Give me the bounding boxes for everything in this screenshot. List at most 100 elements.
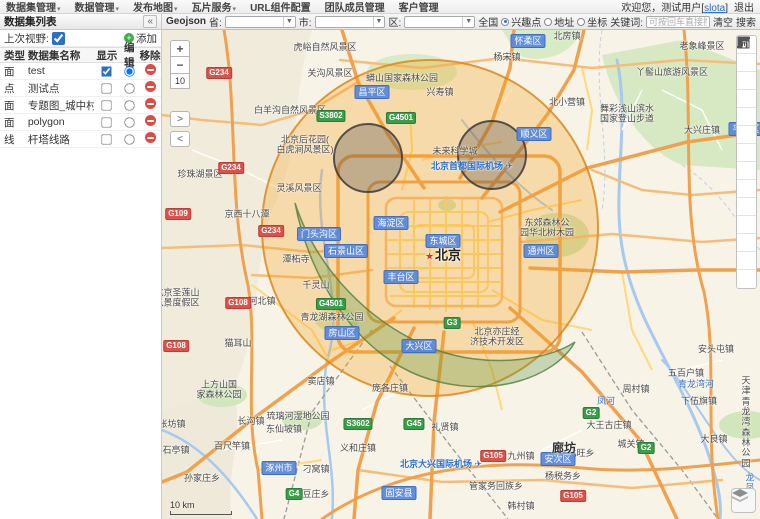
table-row: 点 测试点 xyxy=(0,80,161,97)
panel-title: 数据集列表 xyxy=(4,14,143,29)
user-area: 欢迎您，测试用户[slota] 退出 xyxy=(621,0,754,14)
visibility-checkbox[interactable] xyxy=(102,83,112,93)
edit-radio[interactable] xyxy=(124,134,134,144)
gis-application: 数据集管理▾ 数据管理▾ 发布地图▾ 瓦片服务▾ URL组件配置团队成员管理客户管理 欢… xyxy=(0,0,760,519)
caret-down-icon: ▾ xyxy=(57,6,61,13)
edit-radio[interactable] xyxy=(124,83,134,93)
dataset-table-header: 类型 数据集名称 显示 编辑 移除 xyxy=(0,47,161,63)
zoom-in-button[interactable]: + xyxy=(170,40,190,57)
menu-item[interactable]: 客户管理 xyxy=(399,0,439,14)
top-menu-bar: 数据集管理▾ 数据管理▾ 发布地图▾ 瓦片服务▾ URL组件配置团队成员管理客户管理 欢… xyxy=(0,0,760,14)
menu-item[interactable]: 瓦片服务▾ xyxy=(192,0,237,14)
col-visible: 显示 xyxy=(94,48,119,63)
left-eye-circle-overlay xyxy=(334,124,402,192)
remove-icon[interactable] xyxy=(145,98,156,109)
welcome-text: 欢迎您，测试用户[slota] xyxy=(621,0,728,14)
dataset-name: 测试点 xyxy=(28,81,95,96)
zoom-level-indicator: 10 xyxy=(170,74,190,89)
face-circle-overlay xyxy=(262,60,598,396)
caret-down-icon: ▾ xyxy=(174,6,178,13)
edit-radio[interactable] xyxy=(124,100,134,110)
table-row: 面 专题图_城中村 xyxy=(0,97,161,114)
menu-item[interactable]: URL组件配置 xyxy=(250,0,311,14)
dataset-name: polygon xyxy=(28,116,95,128)
dataset-name: 专题图_城中村 xyxy=(28,98,95,113)
search-button[interactable]: 搜索 xyxy=(736,14,756,29)
table-row: 面 test xyxy=(0,63,161,80)
tool-copy-shape-button[interactable] xyxy=(737,216,756,234)
user-link[interactable]: slota xyxy=(704,3,725,14)
district-select[interactable]: ▼ xyxy=(404,16,475,28)
menu-item[interactable]: 数据管理▾ xyxy=(75,0,120,14)
tool-delete-shape-button[interactable] xyxy=(737,252,756,270)
save-shapes-icon xyxy=(737,36,750,49)
tool-landmark-marker-button[interactable] xyxy=(737,90,756,108)
tool-swap-layers-button[interactable] xyxy=(737,72,756,90)
col-name: 数据集名称 xyxy=(28,48,95,63)
radio-icon xyxy=(577,18,585,26)
tool-box-select-button[interactable] xyxy=(737,126,756,144)
keyword-input[interactable] xyxy=(646,16,710,28)
district-label: 区: xyxy=(388,14,401,29)
edit-radio[interactable] xyxy=(124,66,134,76)
remove-icon[interactable] xyxy=(145,132,156,143)
prev-view-button[interactable]: < xyxy=(170,131,190,147)
dataset-type: 面 xyxy=(0,64,28,79)
tool-save-shapes-button[interactable] xyxy=(737,270,756,288)
caret-down-icon: ▾ xyxy=(116,6,120,13)
last-view-label: 上次视野: xyxy=(4,31,49,46)
menu-items: 数据集管理▾ 数据管理▾ 发布地图▾ 瓦片服务▾ URL组件配置团队成员管理客户管理 xyxy=(6,0,621,14)
collapse-panel-button[interactable]: « xyxy=(143,15,157,28)
visibility-checkbox[interactable] xyxy=(102,66,112,76)
tool-draw-pentagon-button[interactable] xyxy=(737,162,756,180)
visibility-checkbox[interactable] xyxy=(102,134,112,144)
next-view-button[interactable]: > xyxy=(170,111,190,127)
search-type-coord[interactable]: 坐标 xyxy=(577,14,607,29)
map-canvas[interactable]: 虎峪自然风景区关沟风景区白羊沟自然风景区蟒山国家森林公园兴寿镇杨宋镇北房镇老象峰… xyxy=(162,30,760,519)
tool-draw-circle-button[interactable] xyxy=(737,180,756,198)
dataset-type: 点 xyxy=(0,81,28,96)
chevron-down-icon: ▼ xyxy=(373,17,385,27)
menu-item[interactable]: 发布地图▾ xyxy=(133,0,178,14)
tool-draw-polyline-button[interactable] xyxy=(737,144,756,162)
view-step-control: > < xyxy=(170,111,190,147)
visibility-checkbox[interactable] xyxy=(102,100,112,110)
table-row: 线 杆塔线路 xyxy=(0,131,161,148)
col-remove: 移除 xyxy=(139,48,161,63)
chevron-down-icon: ▼ xyxy=(283,17,295,27)
dataset-type: 面 xyxy=(0,115,28,130)
layer-switch-button[interactable] xyxy=(731,488,756,513)
menu-item[interactable]: 团队成员管理 xyxy=(325,0,385,14)
province-select[interactable]: ▼ xyxy=(225,16,296,28)
dataset-name: 杆塔线路 xyxy=(28,132,95,147)
caret-down-icon: ▾ xyxy=(233,6,237,13)
visibility-checkbox[interactable] xyxy=(102,117,112,127)
dataset-type: 线 xyxy=(0,132,28,147)
edit-radio[interactable] xyxy=(124,117,134,127)
remove-icon[interactable] xyxy=(145,81,156,92)
search-type-address[interactable]: 地址 xyxy=(544,14,574,29)
layers-icon xyxy=(732,489,748,503)
last-view-checkbox[interactable] xyxy=(52,32,65,45)
city-label: 市: xyxy=(299,14,312,29)
col-type: 类型 xyxy=(0,48,28,63)
logout-button[interactable]: 退出 xyxy=(734,0,754,14)
dataset-panel-header: 数据集列表 « xyxy=(0,14,162,30)
right-eye-circle-overlay xyxy=(458,121,526,189)
tool-select-extent-button[interactable] xyxy=(737,234,756,252)
city-select[interactable]: ▼ xyxy=(315,16,386,28)
engine-label: Geojson xyxy=(166,16,206,27)
tool-draw-rectangle-button[interactable] xyxy=(737,198,756,216)
province-label: 省: xyxy=(209,14,222,29)
radio-icon xyxy=(501,18,509,26)
search-toolbar: Geojson 省: ▼ 市: ▼ 区: ▼ 全国 兴趣点 地址 坐标 关键词:… xyxy=(162,14,760,30)
remove-icon[interactable] xyxy=(145,115,156,126)
tool-draw-polygon-outline-button[interactable] xyxy=(737,108,756,126)
search-type-poi[interactable]: 兴趣点 xyxy=(501,14,541,29)
menu-item[interactable]: 数据集管理▾ xyxy=(6,0,61,14)
nationwide-button[interactable]: 全国 xyxy=(478,14,498,29)
zoom-out-button[interactable]: − xyxy=(170,57,190,74)
remove-icon[interactable] xyxy=(145,64,156,75)
clear-button[interactable]: 清空 xyxy=(713,14,733,29)
tool-measure-area-button[interactable] xyxy=(737,54,756,72)
